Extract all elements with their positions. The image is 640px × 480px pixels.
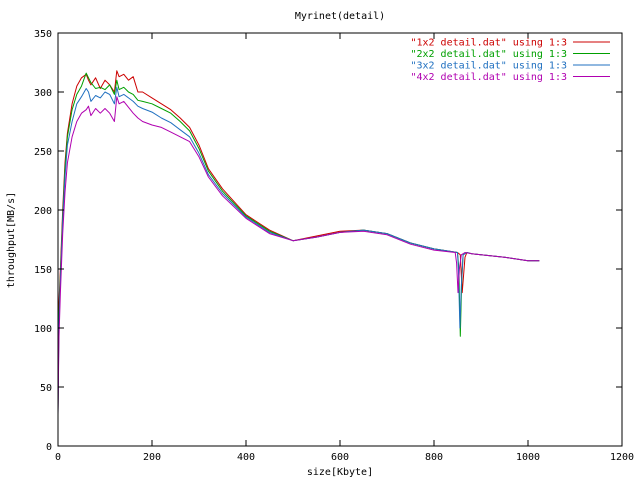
x-tick-label: 0	[55, 452, 61, 463]
x-tick-label: 1200	[610, 452, 634, 463]
chart: Myrinet(detail) size[Kbyte] throughput[M…	[0, 0, 640, 480]
y-tick-label: 300	[34, 88, 52, 99]
x-tick-label: 600	[331, 452, 349, 463]
legend-label-2: "2x2 detail.dat" using 1:3	[410, 49, 567, 60]
x-tick-label: 800	[425, 452, 443, 463]
y-tick-label: 350	[34, 29, 52, 40]
chart-title: Myrinet(detail)	[295, 11, 385, 22]
x-tick-label: 400	[237, 452, 255, 463]
y-tick-label: 200	[34, 206, 52, 217]
y-tick-label: 250	[34, 147, 52, 158]
y-tick-label: 50	[40, 383, 52, 394]
x-tick-label: 200	[143, 452, 161, 463]
y-axis-label: throughput[MB/s]	[6, 192, 17, 288]
legend-label-4: "4x2 detail.dat" using 1:3	[410, 72, 567, 83]
x-tick-label: 1000	[516, 452, 540, 463]
y-tick-label: 0	[46, 442, 52, 453]
legend-label-1: "1x2 detail.dat" using 1:3	[410, 38, 567, 49]
legend-label-3: "3x2 detail.dat" using 1:3	[410, 61, 567, 72]
x-axis-label: size[Kbyte]	[307, 467, 373, 478]
y-tick-label: 100	[34, 324, 52, 335]
y-tick-label: 150	[34, 265, 52, 276]
